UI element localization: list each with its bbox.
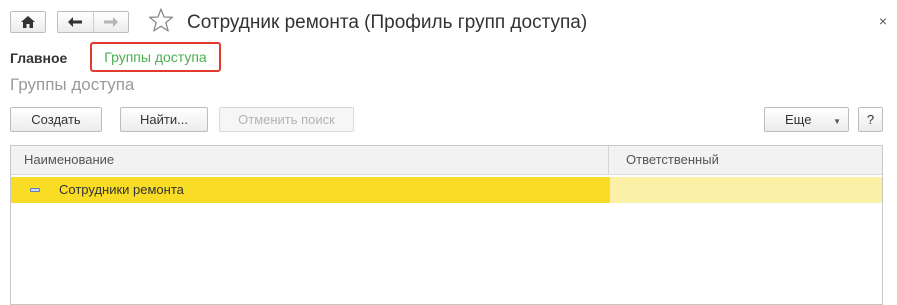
tab-main[interactable]: Главное — [10, 50, 67, 66]
find-button[interactable]: Найти... — [120, 107, 208, 132]
group-icon — [30, 188, 40, 192]
forward-button[interactable] — [92, 12, 129, 32]
column-header-responsible[interactable]: Ответственный — [610, 146, 882, 174]
access-groups-table: Наименование Ответственный Сотрудники ре… — [10, 145, 883, 305]
close-icon[interactable]: × — [872, 10, 894, 32]
more-button-label: Еще — [785, 112, 812, 127]
cancel-search-button[interactable]: Отменить поиск — [219, 107, 354, 132]
column-header-name[interactable]: Наименование — [11, 146, 609, 174]
history-nav — [57, 11, 129, 33]
create-button[interactable]: Создать — [10, 107, 102, 132]
home-icon — [21, 16, 35, 28]
chevron-down-icon: ▼ — [833, 117, 841, 126]
table-header: Наименование Ответственный — [11, 146, 882, 175]
more-button[interactable]: Еще ▼ — [764, 107, 849, 132]
section-title: Группы доступа — [10, 75, 135, 94]
cell-name[interactable]: Сотрудники ремонта — [11, 177, 610, 203]
tab-access-groups[interactable]: Группы доступа — [90, 42, 221, 72]
table-row[interactable]: Сотрудники ремонта — [11, 177, 882, 203]
cell-name-text: Сотрудники ремонта — [59, 182, 184, 197]
arrow-left-icon — [68, 17, 83, 27]
cell-responsible[interactable] — [610, 177, 882, 203]
help-button[interactable]: ? — [858, 107, 883, 132]
arrow-right-icon — [103, 17, 118, 27]
back-button[interactable] — [58, 12, 93, 32]
home-button[interactable] — [10, 11, 46, 33]
window-title: Сотрудник ремонта (Профиль групп доступа… — [187, 12, 588, 33]
star-icon[interactable] — [148, 7, 174, 33]
